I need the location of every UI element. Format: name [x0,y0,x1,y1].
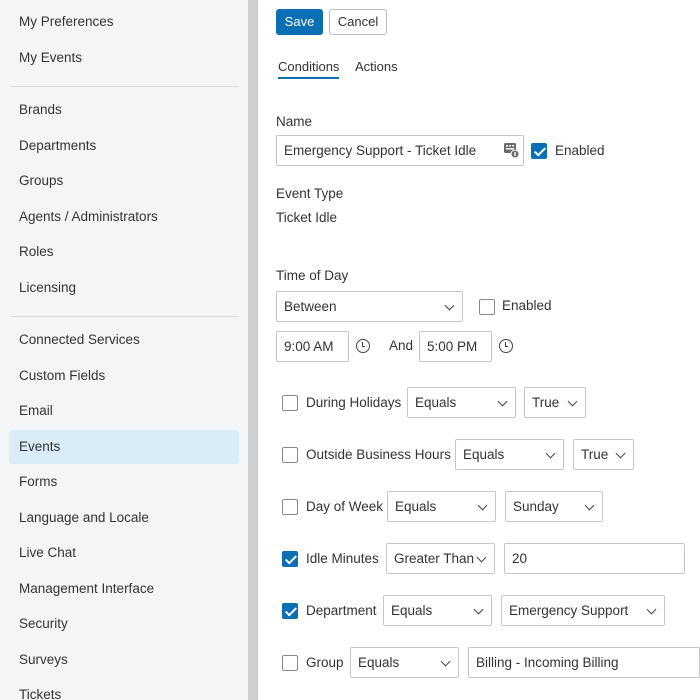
outside-business-hours-operator-select[interactable]: Equals [455,439,564,470]
during-holidays-label: During Holidays [306,395,402,410]
group-label: Group [306,655,344,670]
sidebar-item-tickets[interactable]: Tickets [9,678,239,700]
operator-value: Equals [395,499,437,514]
sidebar-scrollbar[interactable] [248,0,258,700]
operator-value: Greater Than [394,551,475,566]
day-of-week-label: Day of Week [306,499,384,514]
sidebar-item-groups[interactable]: Groups [9,164,239,198]
event-type-value: Ticket Idle [276,210,338,225]
operator-value: Equals [463,447,505,462]
idle-minutes-checkbox[interactable] [282,551,298,567]
clock-icon[interactable] [499,339,513,353]
sidebar-item-agents-administrators[interactable]: Agents / Administrators [9,200,239,234]
name-value: Emergency Support - Ticket Idle [284,143,477,158]
tab-conditions[interactable]: Conditions [278,59,340,79]
save-button[interactable]: Save [276,9,323,35]
sidebar-item-language-and-locale[interactable]: Language and Locale [9,501,239,535]
sidebar-item-surveys[interactable]: Surveys [9,643,239,677]
operator-value: Equals [415,395,457,410]
department-value-select[interactable]: Emergency Support [501,595,665,626]
outside-business-hours-label: Outside Business Hours [306,447,451,462]
group-operator-select[interactable]: Equals [350,647,459,678]
operator-value: Equals [358,655,400,670]
day-of-week-operator-select[interactable]: Equals [387,491,496,522]
department-operator-select[interactable]: Equals [383,595,492,626]
sidebar-item-live-chat[interactable]: Live Chat [9,536,239,570]
condition-value: Billing - Incoming Billing [476,655,619,670]
department-checkbox[interactable] [282,603,298,619]
settings-sidebar: My Preferences My Events Brands Departme… [0,0,248,700]
sidebar-item-events[interactable]: Events [9,430,239,464]
group-value-select[interactable]: Billing - Incoming Billing [468,647,700,678]
chevron-down-icon [615,448,626,459]
name-label: Name [276,114,313,129]
name-input[interactable]: Emergency Support - Ticket Idle [276,135,524,166]
group-checkbox[interactable] [282,655,298,671]
time-of-day-value: Between [284,299,337,314]
sidebar-item-brands[interactable]: Brands [9,93,239,127]
operator-value: Equals [391,603,433,618]
event-type-label: Event Type [276,186,344,201]
chevron-down-icon [473,604,484,615]
start-time-value: 9:00 AM [284,339,334,354]
sidebar-item-custom-fields[interactable]: Custom Fields [9,359,239,393]
enabled-checkbox[interactable] [531,143,547,159]
sidebar-divider [10,316,239,317]
chevron-down-icon [440,656,451,667]
text-field-icon[interactable] [503,142,519,158]
condition-value: True [532,395,560,410]
sidebar-item-security[interactable]: Security [9,607,239,641]
sidebar-item-roles[interactable]: Roles [9,235,239,269]
time-enabled-checkbox[interactable] [479,299,495,315]
chevron-down-icon [497,396,508,407]
tab-actions[interactable]: Actions [355,59,398,79]
chevron-down-icon [567,396,578,407]
time-enabled-label: Enabled [502,298,552,313]
day-of-week-value-select[interactable]: Sunday [505,491,603,522]
end-time-input[interactable]: 5:00 PM [419,331,492,362]
event-editor: Save Cancel Conditions Actions Name Emer… [258,0,700,700]
during-holidays-checkbox[interactable] [282,395,298,411]
during-holidays-value-select[interactable]: True [524,387,586,418]
clock-icon[interactable] [356,339,370,353]
sidebar-item-licensing[interactable]: Licensing [9,271,239,305]
sidebar-item-departments[interactable]: Departments [9,129,239,163]
sidebar-item-my-events[interactable]: My Events [9,41,239,75]
sidebar-item-connected-services[interactable]: Connected Services [9,323,239,357]
time-of-day-select[interactable]: Between [276,291,463,322]
sidebar-item-email[interactable]: Email [9,394,239,428]
chevron-down-icon [476,552,487,563]
chevron-down-icon [444,300,455,311]
time-of-day-label: Time of Day [276,268,349,283]
outside-business-hours-checkbox[interactable] [282,447,298,463]
department-label: Department [306,603,377,618]
idle-minutes-label: Idle Minutes [306,551,379,566]
chevron-down-icon [584,500,595,511]
chevron-down-icon [545,448,556,459]
during-holidays-operator-select[interactable]: Equals [407,387,516,418]
chevron-down-icon [646,604,657,615]
idle-minutes-operator-select[interactable]: Greater Than [386,543,495,574]
day-of-week-checkbox[interactable] [282,499,298,515]
sidebar-item-my-preferences[interactable]: My Preferences [9,5,239,39]
sidebar-item-forms[interactable]: Forms [9,465,239,499]
end-time-value: 5:00 PM [427,339,478,354]
sidebar-divider [10,86,239,87]
sidebar-item-management-interface[interactable]: Management Interface [9,572,239,606]
idle-minutes-value-input[interactable]: 20 [504,543,685,574]
cancel-button[interactable]: Cancel [329,9,387,35]
chevron-down-icon [477,500,488,511]
start-time-input[interactable]: 9:00 AM [276,331,349,362]
enabled-label: Enabled [555,143,605,158]
outside-business-hours-value-select[interactable]: True [573,439,634,470]
and-label: And [389,338,414,353]
condition-value: Emergency Support [509,603,629,618]
condition-value: True [581,447,609,462]
condition-value: 20 [512,551,528,566]
condition-value: Sunday [513,499,559,514]
